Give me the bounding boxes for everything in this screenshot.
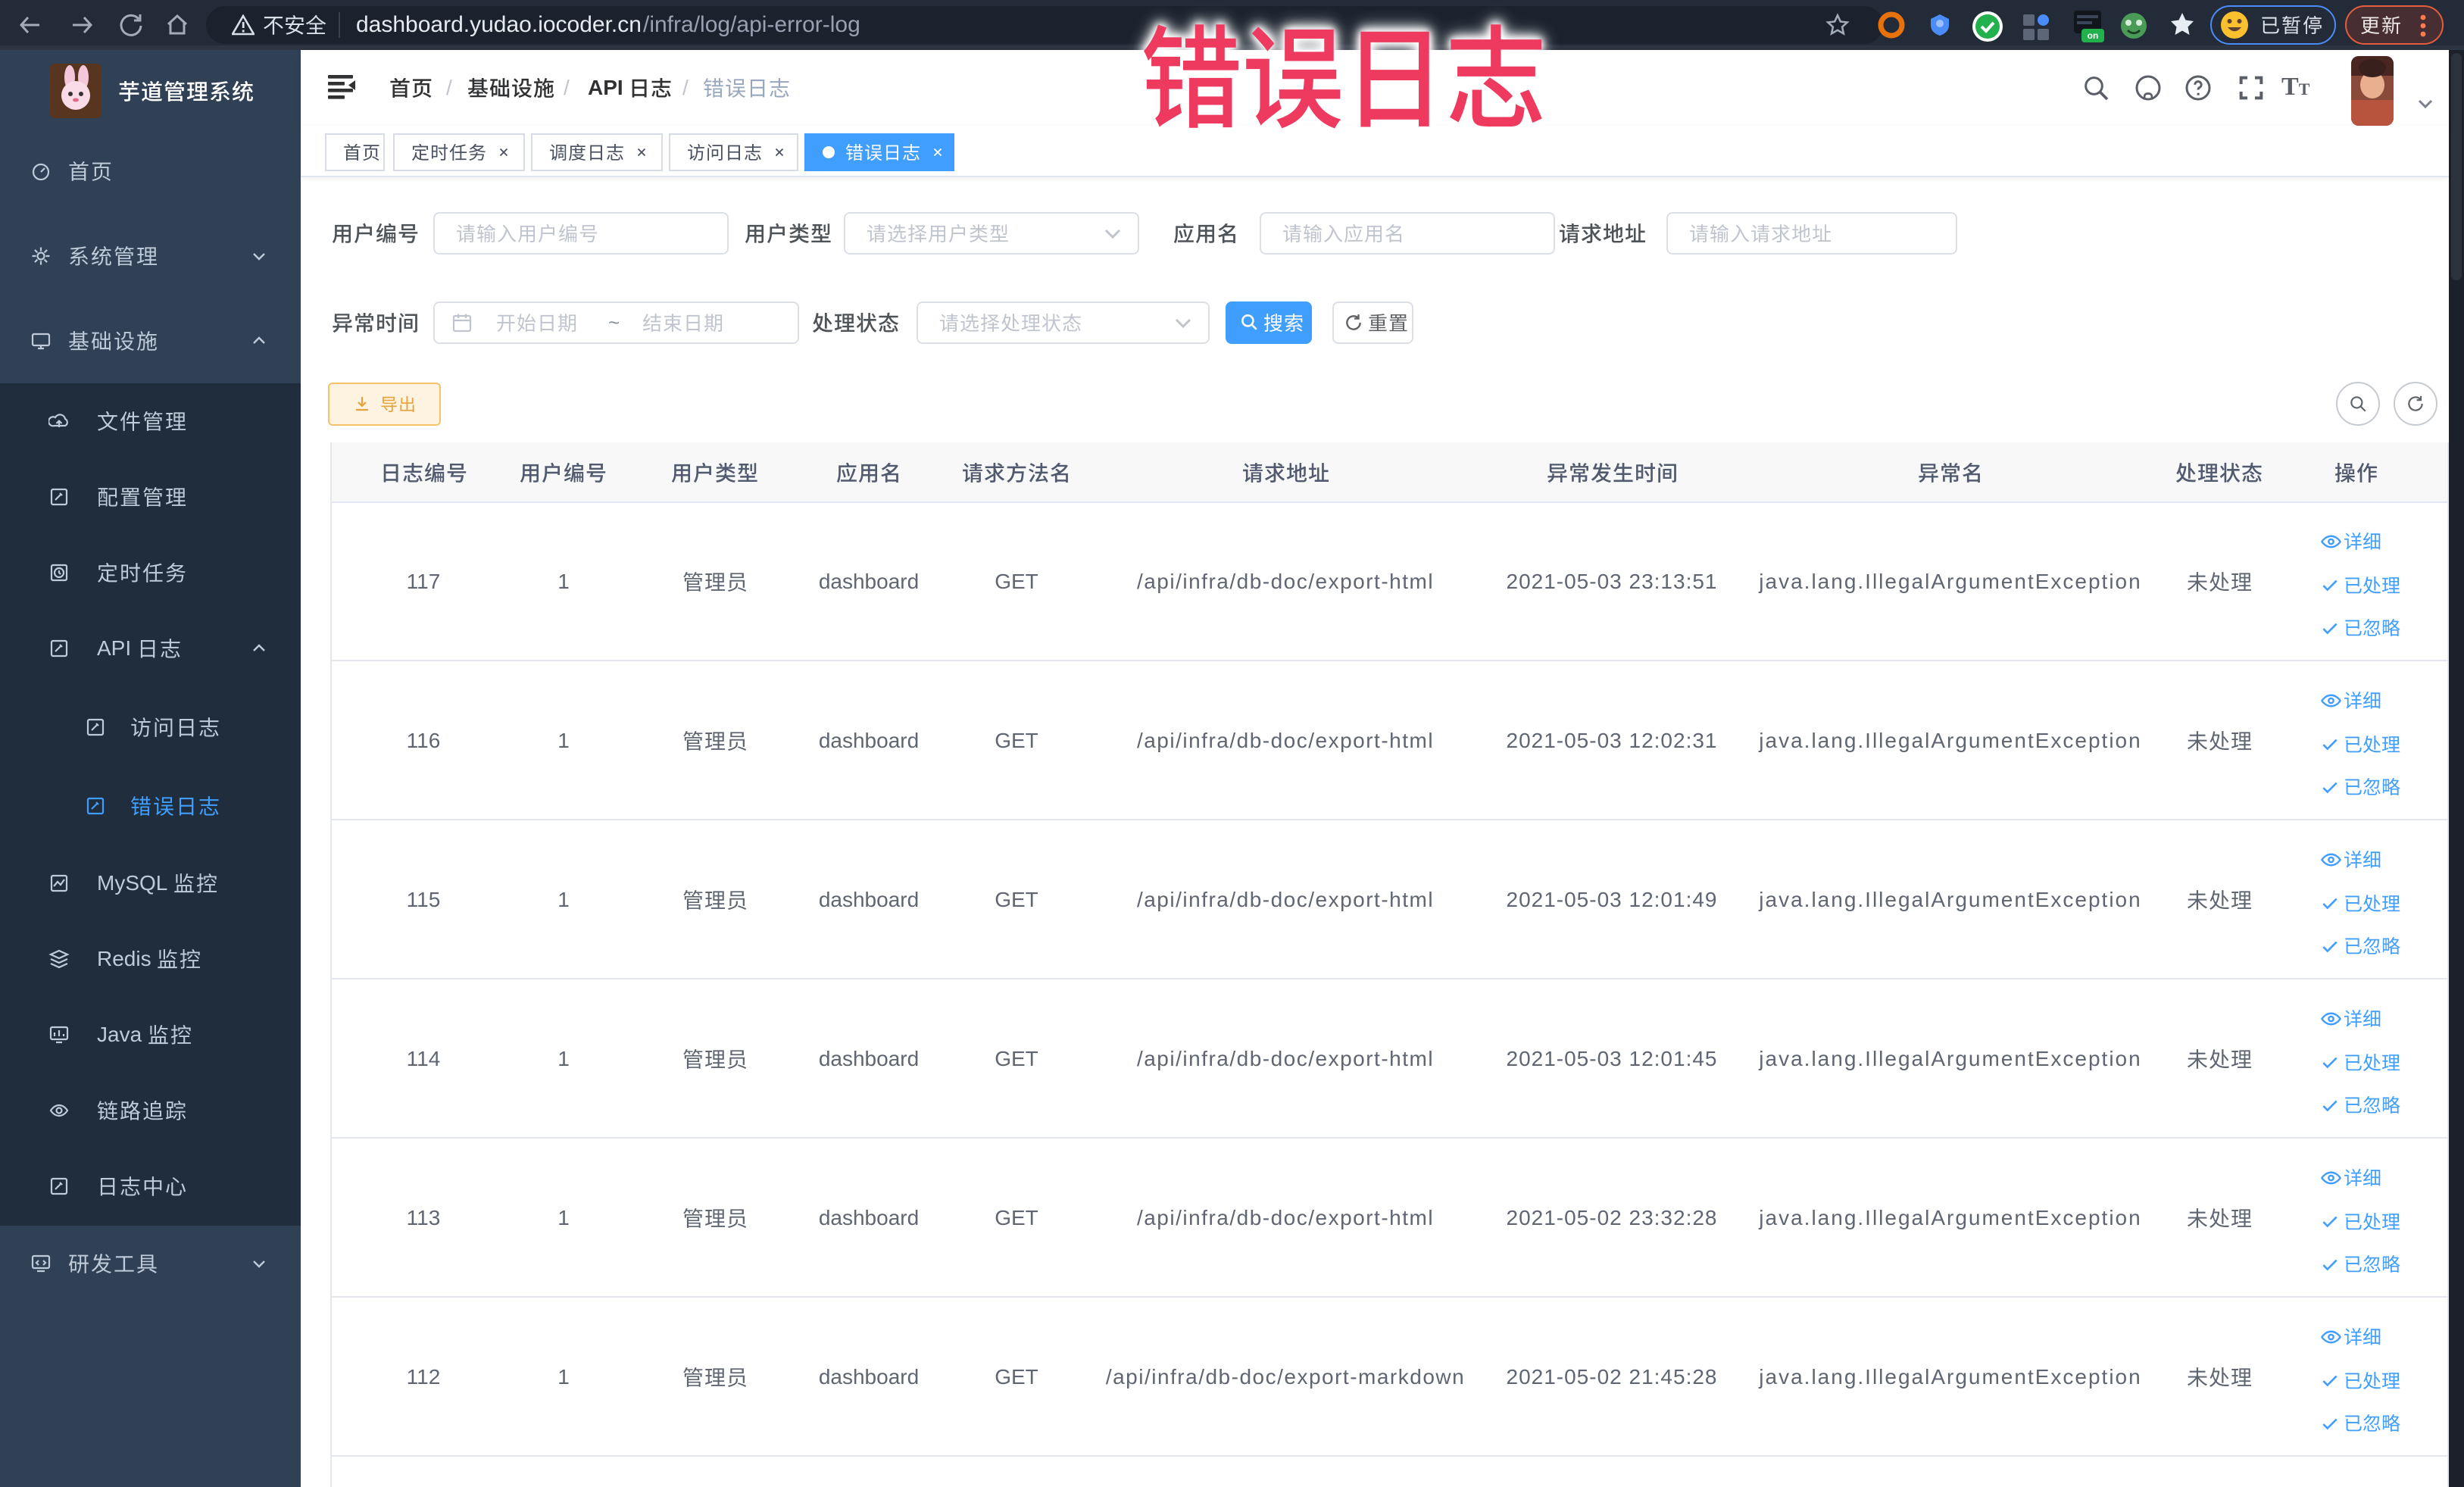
- svg-text:on: on: [2088, 30, 2099, 41]
